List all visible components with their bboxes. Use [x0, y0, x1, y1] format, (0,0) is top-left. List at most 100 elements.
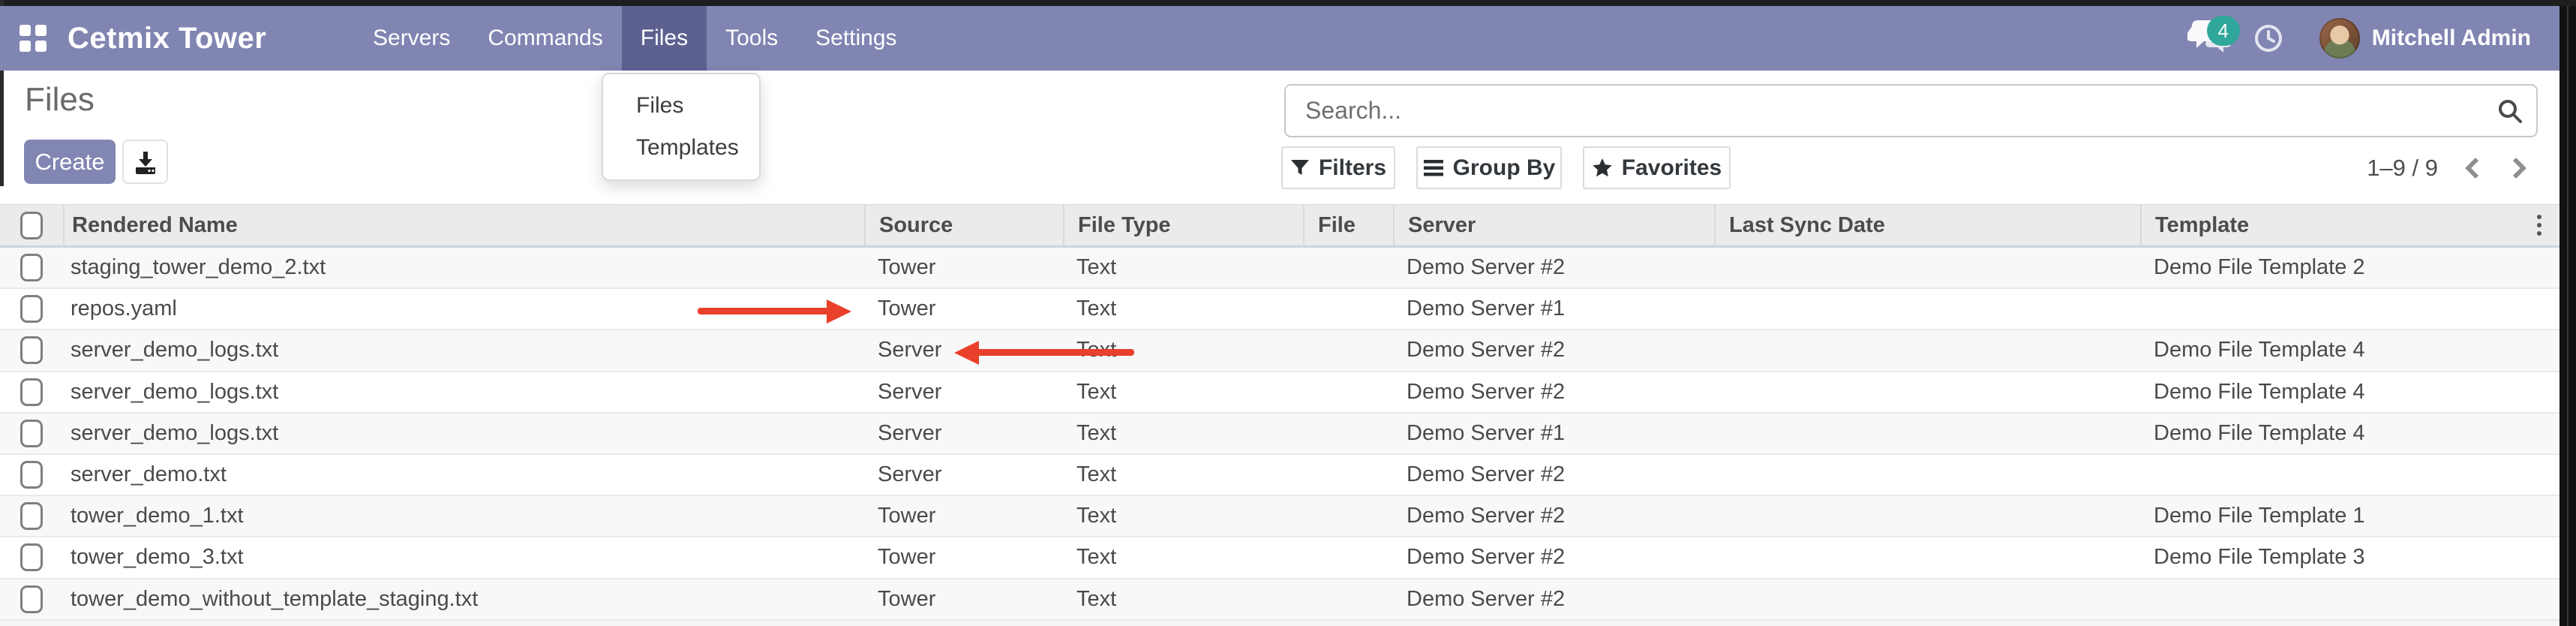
table-row[interactable]: server_demo_logs.txtServerTextDemo Serve… — [0, 330, 2559, 372]
column-rendered-name[interactable]: Rendered Name — [63, 205, 864, 245]
table-row[interactable]: tower_demo_without_template_staging.txtT… — [0, 579, 2559, 621]
cell-last-sync-date[interactable] — [1714, 289, 2140, 329]
menu-commands[interactable]: Commands — [469, 6, 621, 71]
apps-grid-icon[interactable] — [20, 25, 47, 52]
kebab-dots-icon[interactable] — [2537, 215, 2541, 236]
cell-rendered-name[interactable]: server_demo_logs.txt — [63, 372, 864, 412]
brand-title[interactable]: Cetmix Tower — [68, 6, 266, 71]
cell-server[interactable]: Demo Server #1 — [1393, 289, 1714, 329]
dropdown-item-files[interactable]: Files — [603, 85, 759, 127]
row-checkbox[interactable] — [20, 295, 43, 323]
cell-last-sync-date[interactable] — [1714, 579, 2140, 619]
cell-rendered-name[interactable]: tower_demo_1.txt — [63, 496, 864, 536]
column-template[interactable]: Template — [2140, 205, 2519, 245]
cell-file[interactable] — [1303, 289, 1393, 329]
cell-file[interactable] — [1303, 579, 1393, 619]
favorites-button[interactable]: Favorites — [1583, 146, 1731, 189]
cell-template[interactable]: Demo File Template 4 — [2140, 414, 2519, 453]
cell-template[interactable]: Demo File Template 2 — [2140, 248, 2519, 287]
cell-server[interactable]: Demo Server #2 — [1393, 372, 1714, 412]
row-checkbox[interactable] — [20, 336, 43, 364]
cell-rendered-name[interactable]: server_demo_logs.txt — [63, 330, 864, 370]
cell-template[interactable]: Demo File Template 3 — [2140, 537, 2519, 577]
user-avatar[interactable] — [2319, 18, 2360, 59]
cell-file-type[interactable]: Text — [1063, 248, 1303, 287]
column-server[interactable]: Server — [1393, 205, 1714, 245]
row-checkbox[interactable] — [20, 254, 43, 281]
filters-button[interactable]: Filters — [1281, 146, 1395, 189]
cell-file-type[interactable]: Text — [1063, 289, 1303, 329]
cell-file[interactable] — [1303, 414, 1393, 453]
cell-source[interactable]: Tower — [864, 496, 1063, 536]
menu-tools[interactable]: Tools — [707, 6, 797, 71]
search-input[interactable] — [1284, 84, 2538, 137]
table-row[interactable]: server_demo_logs.txtServerText Demo Serve… — [0, 372, 2559, 414]
group-by-button[interactable]: Group By — [1416, 146, 1562, 189]
create-button[interactable]: Create — [24, 140, 116, 184]
cell-server[interactable]: Demo Server #2 — [1393, 496, 1714, 536]
cell-file[interactable] — [1303, 537, 1393, 577]
column-file-type[interactable]: File Type — [1063, 205, 1303, 245]
cell-last-sync-date[interactable] — [1714, 372, 2140, 412]
table-row[interactable]: repos.yamlTowerTextDemo Server #1 — [0, 289, 2559, 330]
table-row[interactable]: server_demo_logs.txtServerText Demo Serve… — [0, 414, 2559, 455]
menu-files[interactable]: Files — [622, 6, 707, 71]
cell-last-sync-date[interactable] — [1714, 496, 2140, 536]
menu-settings[interactable]: Settings — [797, 6, 915, 71]
user-name[interactable]: Mitchell Admin — [2372, 26, 2531, 51]
row-checkbox[interactable] — [20, 543, 43, 571]
row-checkbox[interactable] — [20, 378, 43, 406]
cell-source[interactable]: Tower — [864, 289, 1063, 329]
cell-server[interactable]: Demo Server #2 — [1393, 579, 1714, 619]
cell-server[interactable]: Demo Server #1 — [1393, 414, 1714, 453]
export-button[interactable] — [122, 140, 168, 184]
column-file[interactable]: File — [1303, 205, 1393, 245]
cell-file-type[interactable]: Text — [1063, 372, 1303, 412]
cell-source[interactable]: Tower — [864, 248, 1063, 287]
cell-rendered-name[interactable]: server_demo.txt — [63, 455, 864, 495]
cell-server[interactable]: Demo Server #2 — [1393, 537, 1714, 577]
cell-last-sync-date[interactable] — [1714, 537, 2140, 577]
select-all-checkbox[interactable] — [20, 212, 43, 239]
cell-template[interactable] — [2140, 579, 2519, 619]
cell-template[interactable]: Demo File Template 4 — [2140, 372, 2519, 412]
cell-template[interactable]: Demo File Template 4 — [2140, 330, 2519, 370]
cell-file[interactable] — [1303, 496, 1393, 536]
cell-file-type[interactable]: Text — [1063, 455, 1303, 495]
row-checkbox[interactable] — [20, 502, 43, 530]
cell-server[interactable]: Demo Server #2 — [1393, 455, 1714, 495]
messages-button[interactable]: 4 — [2187, 17, 2234, 59]
cell-server[interactable]: Demo Server #2 — [1393, 248, 1714, 287]
cell-template[interactable] — [2140, 289, 2519, 329]
column-source[interactable]: Source — [864, 205, 1063, 245]
cell-last-sync-date[interactable] — [1714, 330, 2140, 370]
cell-last-sync-date[interactable] — [1714, 414, 2140, 453]
cell-source[interactable]: Server — [864, 455, 1063, 495]
row-checkbox[interactable] — [20, 420, 43, 447]
cell-file[interactable] — [1303, 372, 1393, 412]
row-checkbox[interactable] — [20, 461, 43, 489]
cell-server[interactable]: Demo Server #2 — [1393, 330, 1714, 370]
cell-source[interactable]: Tower — [864, 537, 1063, 577]
cell-file-type[interactable]: Text — [1063, 537, 1303, 577]
cell-source[interactable]: Tower — [864, 579, 1063, 619]
cell-template[interactable] — [2140, 455, 2519, 495]
cell-last-sync-date[interactable] — [1714, 248, 2140, 287]
window-scrollbar[interactable] — [2559, 6, 2576, 626]
cell-file-type[interactable]: Text — [1063, 579, 1303, 619]
cell-rendered-name[interactable]: server_demo_logs.txt — [63, 414, 864, 453]
row-checkbox[interactable] — [20, 585, 43, 613]
cell-file[interactable] — [1303, 330, 1393, 370]
cell-source[interactable]: Server — [864, 414, 1063, 453]
cell-file[interactable] — [1303, 248, 1393, 287]
cell-source[interactable]: Server — [864, 372, 1063, 412]
chevron-right-icon[interactable] — [2505, 157, 2526, 178]
search-icon[interactable] — [2496, 97, 2524, 125]
cell-file-type[interactable]: Text — [1063, 414, 1303, 453]
menu-servers[interactable]: Servers — [354, 6, 469, 71]
cell-file-type[interactable]: Text — [1063, 496, 1303, 536]
chevron-left-icon[interactable] — [2465, 157, 2486, 178]
table-row[interactable]: tower_demo_3.txtTowerTextDemo Server #2D… — [0, 537, 2559, 579]
cell-file[interactable] — [1303, 455, 1393, 495]
table-row[interactable]: tower_demo_1.txtTowerTextDemo Server #2D… — [0, 496, 2559, 537]
